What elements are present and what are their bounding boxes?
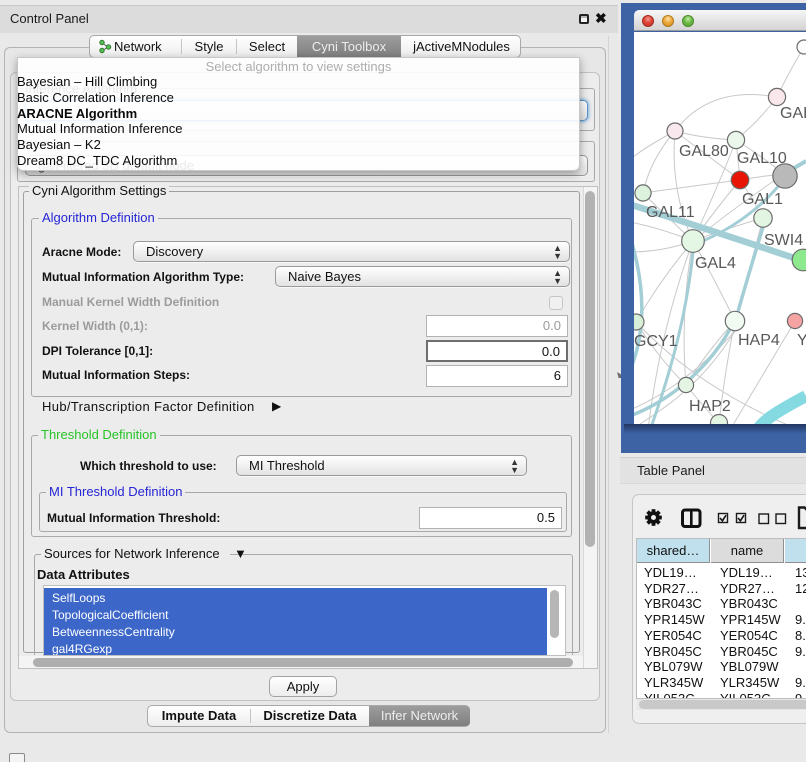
svg-text:Y: Y [797, 332, 806, 349]
svg-text:GCY1: GCY1 [634, 333, 678, 350]
svg-text:HAP4: HAP4 [738, 332, 780, 349]
svg-text:GAL1: GAL1 [742, 191, 783, 208]
svg-text:GAL7: GAL7 [780, 105, 806, 122]
svg-text:GAL4: GAL4 [695, 255, 736, 272]
svg-text:GAL10: GAL10 [737, 150, 787, 167]
svg-text:GAL11: GAL11 [646, 204, 695, 221]
svg-text:GAL80: GAL80 [679, 143, 729, 160]
svg-text:HAP2: HAP2 [689, 398, 731, 415]
svg-text:SWI4: SWI4 [764, 232, 803, 249]
